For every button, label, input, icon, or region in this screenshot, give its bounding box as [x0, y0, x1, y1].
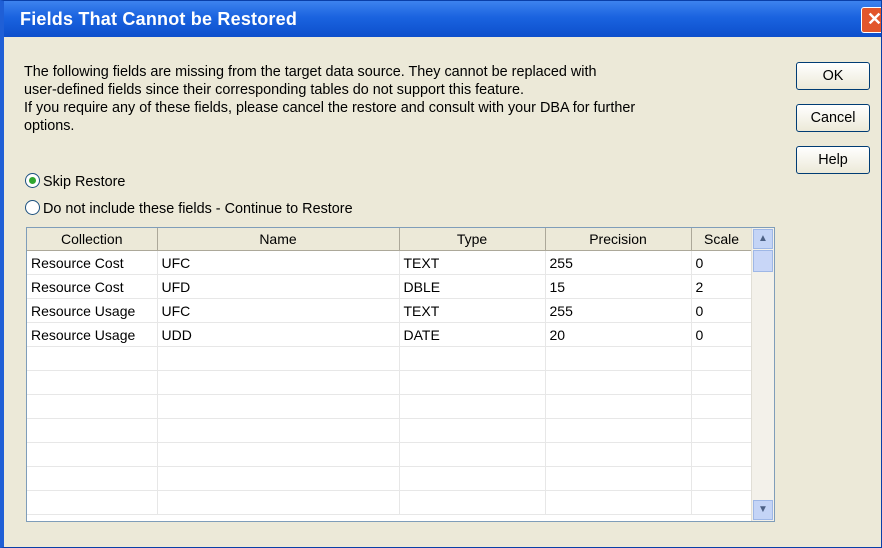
column-header-type[interactable]: Type	[399, 228, 546, 251]
column-header-collection[interactable]: Collection	[27, 228, 158, 251]
continue-restore-label: Do not include these fields - Continue t…	[43, 201, 353, 217]
scroll-up-arrow-icon: ▲	[758, 233, 768, 244]
cell-precision: 255	[545, 250, 692, 275]
empty-row	[27, 466, 753, 491]
table-row[interactable]: Resource Usage UFC TEXT 255 0	[27, 298, 753, 323]
cell-type: DBLE	[399, 274, 546, 299]
scroll-up-button[interactable]: ▲	[753, 229, 773, 249]
grid-header-row: Collection Name Type Precision Scale	[27, 228, 753, 251]
radio-indicator[interactable]	[25, 200, 40, 215]
empty-row	[27, 442, 753, 467]
message-text: The following fields are missing from th…	[24, 63, 744, 135]
help-button[interactable]: Help	[796, 146, 870, 174]
empty-row	[27, 418, 753, 443]
window-title: Fields That Cannot be Restored	[20, 9, 298, 29]
scroll-down-arrow-icon: ▼	[758, 504, 768, 515]
fields-table: Collection Name Type Precision Scale Res…	[27, 228, 753, 515]
title-bar: Fields That Cannot be Restored ✕	[4, 1, 881, 37]
dialog-window: Fields That Cannot be Restored ✕ The fol…	[0, 0, 882, 548]
empty-row	[27, 394, 753, 419]
cell-type: DATE	[399, 322, 546, 347]
cell-precision: 15	[545, 274, 692, 299]
cell-collection: Resource Cost	[27, 274, 158, 299]
skip-restore-radio[interactable]: Skip Restore	[25, 173, 125, 190]
scroll-down-button[interactable]: ▼	[753, 500, 773, 520]
continue-restore-radio[interactable]: Do not include these fields - Continue t…	[25, 200, 353, 217]
cell-precision: 255	[545, 298, 692, 323]
message-line: options.	[24, 118, 75, 134]
message-line: user-defined fields since their correspo…	[24, 82, 524, 98]
cell-name: UFD	[157, 274, 400, 299]
message-line: The following fields are missing from th…	[24, 64, 597, 80]
close-icon: ✕	[867, 9, 882, 29]
cell-collection: Resource Usage	[27, 298, 158, 323]
column-header-name[interactable]: Name	[157, 228, 400, 251]
cell-name: UFC	[157, 250, 400, 275]
empty-row	[27, 346, 753, 371]
table-row[interactable]: Resource Cost UFC TEXT 255 0	[27, 250, 753, 275]
scroll-thumb[interactable]	[753, 250, 773, 272]
cell-collection: Resource Usage	[27, 322, 158, 347]
empty-row	[27, 370, 753, 395]
cell-scale: 0	[691, 298, 753, 323]
cell-scale: 0	[691, 250, 753, 275]
cell-scale: 0	[691, 322, 753, 347]
cell-type: TEXT	[399, 250, 546, 275]
radio-selected-indicator[interactable]	[25, 173, 40, 188]
cell-name: UDD	[157, 322, 400, 347]
cell-scale: 2	[691, 274, 753, 299]
close-button[interactable]: ✕	[861, 7, 882, 33]
cell-type: TEXT	[399, 298, 546, 323]
message-line: If you require any of these fields, plea…	[24, 100, 636, 116]
cell-name: UFC	[157, 298, 400, 323]
cell-precision: 20	[545, 322, 692, 347]
skip-restore-label: Skip Restore	[43, 174, 126, 190]
column-header-precision[interactable]: Precision	[545, 228, 692, 251]
table-row[interactable]: Resource Usage UDD DATE 20 0	[27, 322, 753, 347]
fields-grid[interactable]: Collection Name Type Precision Scale Res…	[26, 227, 775, 522]
vertical-scrollbar[interactable]: ▲ ▼	[751, 228, 774, 521]
cancel-button[interactable]: Cancel	[796, 104, 870, 132]
cell-collection: Resource Cost	[27, 250, 158, 275]
empty-row	[27, 490, 753, 515]
column-header-scale[interactable]: Scale	[691, 228, 753, 251]
table-row[interactable]: Resource Cost UFD DBLE 15 2	[27, 274, 753, 299]
ok-button[interactable]: OK	[796, 62, 870, 90]
